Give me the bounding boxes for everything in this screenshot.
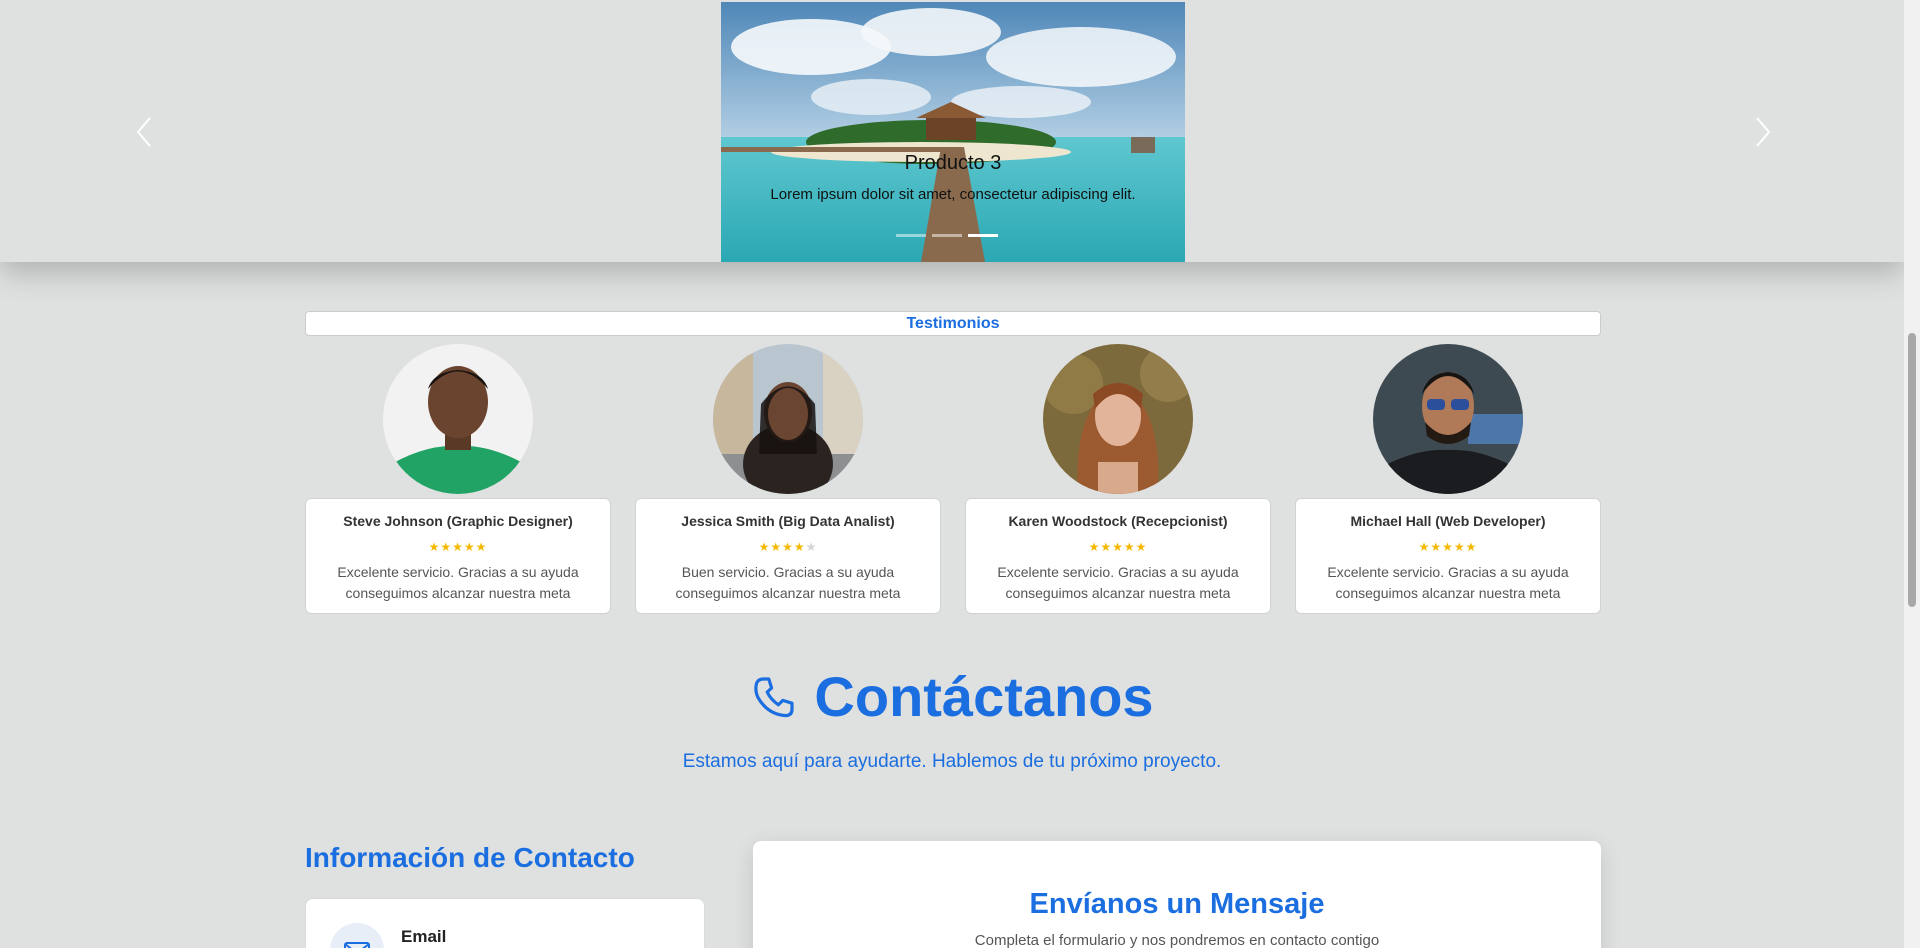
star-icon: ★ — [452, 540, 464, 554]
star-icon: ★ — [1442, 540, 1454, 554]
slide-title: Producto 3 — [904, 152, 1002, 174]
testimonial-card: Steve Johnson (Graphic Designer) ★★★★★ E… — [305, 498, 611, 614]
testimonial-text: Buen servicio. Gracias a su ayuda conseg… — [675, 564, 901, 601]
form-subtitle: Completa el formulario y nos pondremos e… — [974, 932, 1380, 948]
star-icon: ★ — [793, 540, 806, 554]
contact-title: Contáctanos — [814, 665, 1154, 728]
avatar — [1373, 344, 1523, 494]
star-icon: ★ — [1453, 540, 1466, 554]
star-icon: ★ — [463, 540, 476, 554]
avatar — [1043, 344, 1193, 494]
star-icon: ★ — [428, 540, 441, 554]
avatar — [383, 344, 533, 494]
testimonial-card: Michael Hall (Web Developer) ★★★★★ Excel… — [1295, 498, 1601, 614]
star-icon: ★ — [758, 540, 771, 554]
carousel-next-button[interactable] — [1747, 114, 1777, 150]
mail-icon — [344, 942, 370, 948]
email-label: Email — [401, 927, 447, 946]
phone-icon — [754, 677, 795, 718]
star-icon: ★ — [1088, 540, 1101, 554]
contact-form-card: Envíanos un Mensaje Completa el formular… — [753, 841, 1601, 948]
scrollbar-thumb[interactable] — [1908, 333, 1916, 607]
star-icon: ★ — [1418, 540, 1431, 554]
carousel-indicator-1[interactable] — [896, 234, 926, 237]
testimonial-item: Karen Woodstock (Recepcionist) ★★★★★ Exc… — [965, 344, 1271, 614]
testimonial-item: Jessica Smith (Big Data Analist) ★★★★★ B… — [635, 344, 941, 614]
star-icon: ★ — [782, 540, 794, 554]
testimonial-name: Steve Johnson (Graphic Designer) — [343, 513, 573, 529]
carousel-indicator-2[interactable] — [932, 234, 962, 237]
island-image — [721, 2, 1185, 262]
carousel-indicators — [896, 234, 998, 237]
testimonial-text: Excelente servicio. Gracias a su ayuda c… — [337, 564, 579, 601]
testimonial-item: Michael Hall (Web Developer) ★★★★★ Excel… — [1295, 344, 1601, 614]
testimonial-item: Steve Johnson (Graphic Designer) ★★★★★ E… — [305, 344, 611, 614]
rating-stars: ★★★★★ — [306, 540, 610, 554]
rating-stars: ★★★★★ — [966, 540, 1270, 554]
product-carousel: Producto 3 Lorem ipsum dolor sit amet, c… — [0, 0, 1904, 262]
testimonial-card: Jessica Smith (Big Data Analist) ★★★★★ B… — [635, 498, 941, 614]
star-icon: ★ — [440, 540, 453, 554]
form-title: Envíanos un Mensaje — [1029, 888, 1325, 920]
testimonial-name: Michael Hall (Web Developer) — [1350, 513, 1546, 529]
email-info-card: Email — [305, 898, 705, 948]
testimonial-name: Jessica Smith (Big Data Analist) — [681, 513, 895, 529]
contact-subtitle: Estamos aquí para ayudarte. Hablemos de … — [682, 751, 1222, 772]
star-icon: ★ — [475, 540, 488, 554]
star-icon: ★ — [1430, 540, 1443, 554]
mail-icon-wrapper — [330, 923, 384, 948]
rating-stars: ★★★★★ — [636, 540, 940, 554]
contact-info-title: Información de Contacto — [305, 842, 635, 873]
star-icon: ★ — [1135, 540, 1148, 554]
testimonial-text: Excelente servicio. Gracias a su ayuda c… — [1327, 564, 1569, 601]
testimonial-text: Excelente servicio. Gracias a su ayuda c… — [997, 564, 1239, 601]
carousel-prev-button[interactable] — [130, 114, 160, 150]
star-icon: ★ — [1465, 540, 1478, 554]
slide-description: Lorem ipsum dolor sit amet, consectetur … — [770, 186, 1136, 203]
page-scrollbar[interactable] — [1904, 0, 1920, 948]
testimonials-header: Testimonios — [305, 311, 1601, 336]
chevron-left-icon — [136, 117, 151, 147]
star-icon: ★ — [805, 540, 818, 554]
star-icon: ★ — [1100, 540, 1113, 554]
star-icon: ★ — [1123, 540, 1136, 554]
star-icon: ★ — [1112, 540, 1124, 554]
carousel-indicator-3[interactable] — [968, 234, 998, 237]
rating-stars: ★★★★★ — [1296, 540, 1600, 554]
contact-heading: Contáctanos — [0, 664, 1904, 729]
testimonial-card: Karen Woodstock (Recepcionist) ★★★★★ Exc… — [965, 498, 1271, 614]
testimonial-name: Karen Woodstock (Recepcionist) — [1008, 513, 1228, 529]
chevron-right-icon — [1756, 117, 1771, 147]
carousel-slide: Producto 3 Lorem ipsum dolor sit amet, c… — [721, 2, 1185, 262]
star-icon: ★ — [770, 540, 783, 554]
avatar — [713, 344, 863, 494]
